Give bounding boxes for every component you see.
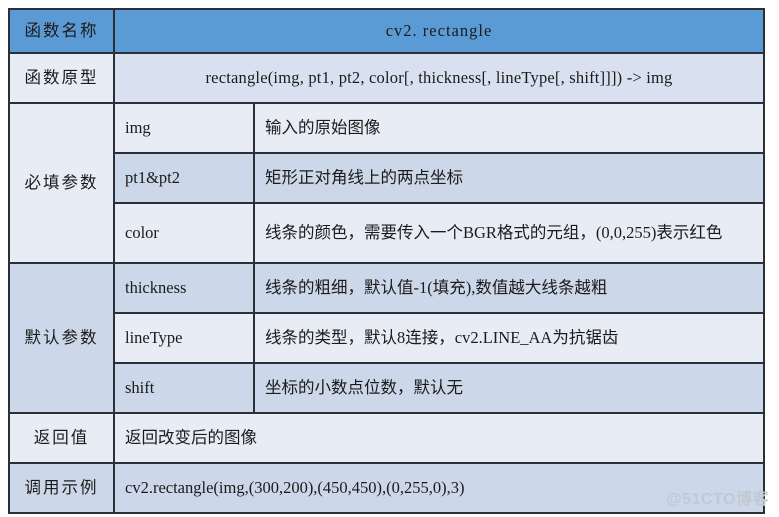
table-row-default-linetype: lineType 线条的类型，默认8连接，cv2.LINE_AA为抗锯齿 — [9, 312, 765, 364]
param-name-img: img — [113, 102, 255, 154]
table-row-required-color: color 线条的颜色，需要传入一个BGR格式的元组，(0,0,255)表示红色 — [9, 202, 765, 264]
prototype-value: rectangle(img, pt1, pt2, color[, thickne… — [113, 52, 765, 104]
table-row-default-thickness: 默认参数 thickness 线条的粗细，默认值-1(填充),数值越大线条越粗 — [8, 262, 765, 414]
param-desc-thickness: 线条的粗细，默认值-1(填充),数值越大线条越粗 — [253, 262, 765, 314]
row-label-default-params: 默认参数 — [8, 262, 115, 414]
document-canvas: 函数名称 cv2. rectangle 函数原型 rectangle(img, … — [0, 0, 779, 517]
row-label-required-params: 必填参数 — [8, 102, 115, 264]
param-desc-linetype: 线条的类型，默认8连接，cv2.LINE_AA为抗锯齿 — [253, 312, 765, 364]
table-row-function-name: 函数名称 cv2. rectangle — [8, 8, 765, 54]
param-name-color: color — [113, 202, 255, 264]
param-desc-shift: 坐标的小数点位数，默认无 — [253, 362, 765, 414]
function-name-value: cv2. rectangle — [113, 8, 765, 54]
table-row-default-shift: shift 坐标的小数点位数，默认无 — [9, 362, 765, 414]
table-row-example: 调用示例 cv2.rectangle(img,(300,200),(450,45… — [8, 462, 765, 514]
table-row-required-img: 必填参数 img 输入的原始图像 — [8, 102, 765, 264]
table-row-prototype: 函数原型 rectangle(img, pt1, pt2, color[, th… — [8, 52, 765, 104]
function-reference-table: 函数名称 cv2. rectangle 函数原型 rectangle(img, … — [8, 8, 765, 514]
table-row-return-value: 返回值 返回改变后的图像 — [8, 412, 765, 464]
param-desc-img: 输入的原始图像 — [253, 102, 765, 154]
table-row-required-pt1pt2: pt1&pt2 矩形正对角线上的两点坐标 — [9, 152, 765, 204]
param-name-pt1-pt2: pt1&pt2 — [113, 152, 255, 204]
row-label-example: 调用示例 — [8, 462, 115, 514]
row-label-function-name: 函数名称 — [8, 8, 115, 54]
param-name-thickness: thickness — [113, 262, 255, 314]
row-label-return-value: 返回值 — [8, 412, 115, 464]
return-value-desc: 返回改变后的图像 — [113, 412, 765, 464]
param-name-linetype: lineType — [113, 312, 255, 364]
param-desc-pt1-pt2: 矩形正对角线上的两点坐标 — [253, 152, 765, 204]
example-code: cv2.rectangle(img,(300,200),(450,450),(0… — [113, 462, 765, 514]
row-label-prototype: 函数原型 — [8, 52, 115, 104]
param-name-shift: shift — [113, 362, 255, 414]
param-desc-color: 线条的颜色，需要传入一个BGR格式的元组，(0,0,255)表示红色 — [253, 202, 765, 264]
